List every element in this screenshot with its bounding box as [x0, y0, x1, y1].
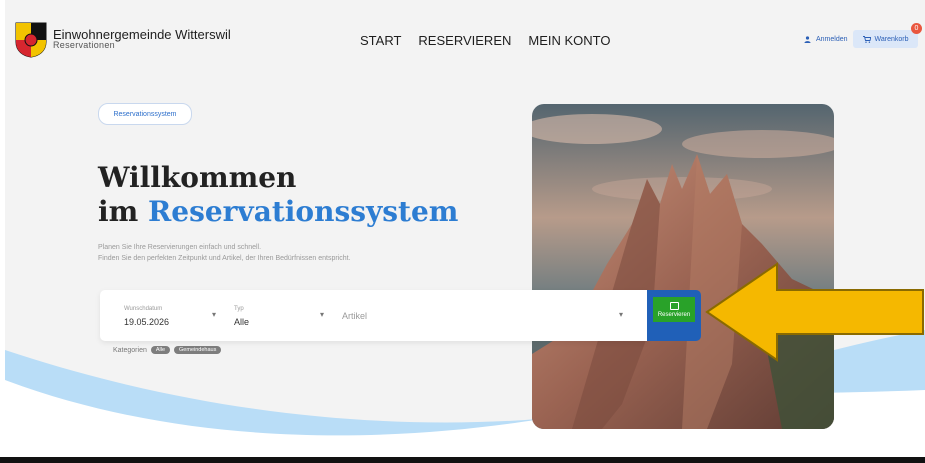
brand-subtitle: Reservationen [53, 40, 115, 50]
categories-label: Kategorien [113, 346, 147, 354]
type-label: Typ [234, 306, 244, 312]
reservation-system-badge: Reservationssystem [98, 103, 192, 125]
nav-start[interactable]: START [360, 33, 401, 48]
categories: Kategorien Alle Gemeindehaus [113, 346, 222, 354]
hero-title-line1: Willkommen [98, 161, 297, 194]
type-chevron-icon: ▾ [320, 310, 325, 319]
municipality-logo[interactable] [15, 22, 47, 58]
date-field[interactable]: Wunschdatum 19.05.2026 ▾ [100, 290, 225, 341]
reserve-button-label: Reservieren [657, 311, 691, 318]
hero-title-line2: im Reservationssystem [98, 194, 458, 230]
category-chip-alle[interactable]: Alle [150, 346, 171, 354]
hero-title-prefix: im [98, 195, 149, 228]
date-chevron-icon: ▾ [212, 310, 217, 319]
hero-desc-line2: Finden Sie den perfekten Zeitpunkt und A… [98, 255, 351, 262]
hero-title-accent: Reservationssystem [148, 195, 459, 228]
article-placeholder: Artikel [342, 311, 368, 321]
type-value: Alle [234, 317, 250, 327]
reserve-button[interactable]: Reservieren [647, 290, 701, 341]
cart-button[interactable]: Warenkorb [853, 30, 918, 48]
nav-mein-konto[interactable]: MEIN KONTO [528, 33, 610, 48]
calendar-icon [669, 301, 679, 310]
header: Einwohnergemeinde Witterswil Reservation… [5, 0, 925, 78]
date-value: 19.05.2026 [124, 317, 170, 327]
search-bar: Wunschdatum 19.05.2026 ▾ Typ Alle ▾ Arti… [100, 290, 647, 341]
main-nav: START RESERVIEREN MEIN KONTO [360, 33, 611, 48]
cart-count-badge: 0 [911, 23, 922, 34]
type-select[interactable]: Typ Alle ▾ [225, 290, 335, 341]
cart-icon [862, 35, 871, 43]
cart-label: Warenkorb [874, 35, 909, 43]
login-label: Anmelden [816, 36, 848, 43]
category-chip-gemeindehaus[interactable]: Gemeindehaus [174, 346, 222, 354]
article-select[interactable]: Artikel ▾ [335, 290, 640, 341]
login-link[interactable]: Anmelden [804, 36, 848, 43]
user-icon [804, 36, 811, 43]
reserve-button-inner: Reservieren [653, 297, 695, 322]
taskbar-strip [0, 457, 925, 463]
hero-desc-line1: Planen Sie Ihre Reservierungen einfach u… [98, 244, 262, 251]
nav-reservieren[interactable]: RESERVIEREN [418, 33, 511, 48]
date-label: Wunschdatum [124, 306, 163, 312]
hero-description: Planen Sie Ihre Reservierungen einfach u… [98, 242, 351, 264]
page: Einwohnergemeinde Witterswil Reservation… [5, 0, 925, 463]
article-chevron-icon: ▾ [619, 310, 624, 319]
highlight-arrow [705, 262, 924, 362]
